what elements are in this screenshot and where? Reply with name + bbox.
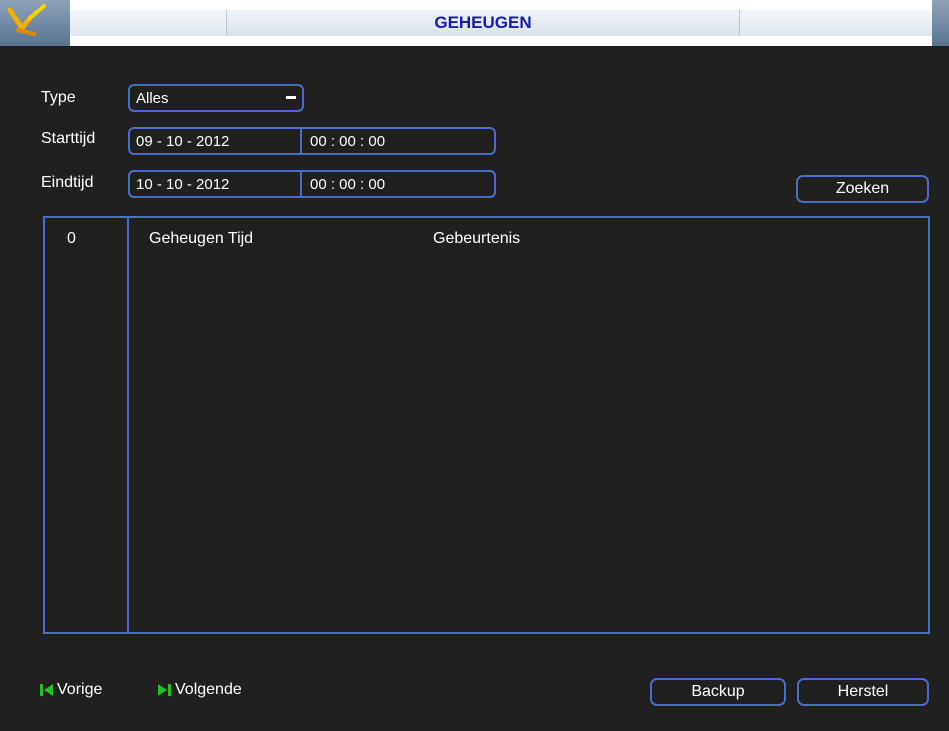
list-column-divider: [127, 218, 129, 632]
next-page-link[interactable]: Volgende: [158, 681, 242, 699]
memory-window: GEHEUGEN Type Alles Starttijd 09 - 10 - …: [0, 0, 949, 731]
type-select-value: Alles: [136, 90, 169, 107]
backup-button[interactable]: Backup: [650, 678, 786, 706]
title-box: GEHEUGEN: [226, 10, 740, 36]
start-time-label: Starttijd: [41, 130, 96, 147]
skip-previous-icon: [40, 684, 53, 696]
column-header-event: Gebeurtenis: [433, 230, 521, 247]
next-label: Volgende: [175, 681, 242, 698]
column-header-memory-time: Geheugen Tijd: [149, 230, 254, 247]
result-count: 0: [67, 230, 76, 247]
results-list[interactable]: 0 Geheugen Tijd Gebeurtenis: [43, 216, 930, 634]
title-bar-endcap: [932, 0, 949, 46]
restore-button[interactable]: Herstel: [797, 678, 929, 706]
dropdown-arrow-icon: [286, 96, 296, 99]
end-time-label: Eindtijd: [41, 174, 94, 191]
previous-label: Vorige: [57, 681, 103, 698]
tools-logo-icon: [0, 0, 70, 46]
start-date-input[interactable]: 09 - 10 - 2012: [136, 133, 229, 150]
start-field-divider: [300, 129, 302, 153]
previous-page-link[interactable]: Vorige: [40, 681, 102, 699]
title-bar-left-segment: [70, 10, 226, 36]
start-time-input[interactable]: 00 : 00 : 00: [310, 133, 385, 150]
window-title: GEHEUGEN: [434, 13, 532, 32]
title-bar-right-segment: [740, 10, 932, 36]
type-select[interactable]: Alles: [128, 84, 304, 112]
end-date-input[interactable]: 10 - 10 - 2012: [136, 176, 229, 193]
end-datetime-field: 10 - 10 - 2012 00 : 00 : 00: [128, 170, 496, 198]
skip-next-icon: [158, 684, 171, 696]
type-label: Type: [41, 89, 76, 106]
title-bar: GEHEUGEN: [0, 0, 949, 46]
end-field-divider: [300, 172, 302, 196]
start-datetime-field: 09 - 10 - 2012 00 : 00 : 00: [128, 127, 496, 155]
search-button[interactable]: Zoeken: [796, 175, 929, 203]
end-time-input[interactable]: 00 : 00 : 00: [310, 176, 385, 193]
